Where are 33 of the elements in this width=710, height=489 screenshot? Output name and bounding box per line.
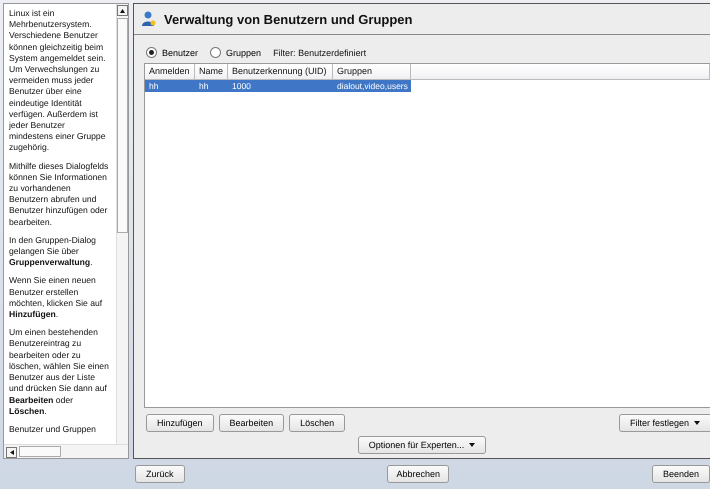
help-paragraph: Linux ist ein Mehrbenutzersystem. Verschiedene Benutzer können gleichzeitig beim System angemeldet sein. Um Verwechslungen zu vermeiden muss jeder Benutzer über eine eindeutige Identität verfügen. Außerdem ist jeder Benutzer mindestens einer Gruppe zugehörig. [9,8,106,154]
user-icon [142,11,156,28]
column-header[interactable]: Anmelden [145,64,195,80]
up-arrow-icon[interactable] [120,8,125,12]
caret-icon [469,443,476,447]
table-cell[interactable]: hh [145,80,195,92]
horizontal-scrollbar[interactable] [4,444,128,458]
help-paragraph: In den Gruppen-Dialog gelangen Sie über Gruppenverwaltung. [9,234,97,268]
left-arrow-icon[interactable] [10,450,14,454]
column-header[interactable]: Benutzerkennung (UID) [228,64,333,80]
footer-button[interactable]: Abbrechen [387,465,450,483]
caret-icon [694,421,700,425]
table-cell[interactable]: 1000 [228,80,333,92]
column-header[interactable]: Name [195,64,228,80]
expert-options-button[interactable]: Optionen für Experten... [358,436,486,454]
footer-button[interactable]: Beenden [652,465,710,483]
page-title: Verwaltung von Benutzern und Gruppen [164,12,412,27]
filter-label: Filter: Benutzerdefiniert [273,48,366,58]
view-radio[interactable]: Benutzer [146,47,198,58]
column-header[interactable]: Gruppen [333,64,411,80]
vertical-scrollbar[interactable] [116,4,128,444]
view-radio[interactable]: Gruppen [210,47,262,58]
help-paragraph: Wenn Sie einen neuen Benutzer erstellen möchten, klicken Sie auf Hinzufügen. [9,275,104,320]
help-paragraph: Benutzer und Gruppen [9,424,97,436]
table-cell[interactable]: dialout,video,users [333,80,411,92]
action-button[interactable]: Hinzufügen [146,414,214,432]
help-paragraph: Mithilfe dieses Dialogfelds können Sie Informationen zu vorhandenen Benutzern abrufen und Benutzer hinzufügen oder bearbeiten. [9,160,110,228]
action-button[interactable]: Löschen [289,414,346,432]
table-cell[interactable]: hh [195,80,228,92]
action-button[interactable]: Bearbeiten [218,414,284,432]
help-paragraph: Um einen bestehenden Benutzereintrag zu bearbeiten oder zu löschen, wählen Sie einen Benutzer aus der Liste und drücken Sie dann auf Bearbeiten oder Löschen. [9,327,110,417]
filter-button[interactable]: Filter festlegen [618,414,710,432]
footer-button[interactable]: Zurück [135,465,185,483]
